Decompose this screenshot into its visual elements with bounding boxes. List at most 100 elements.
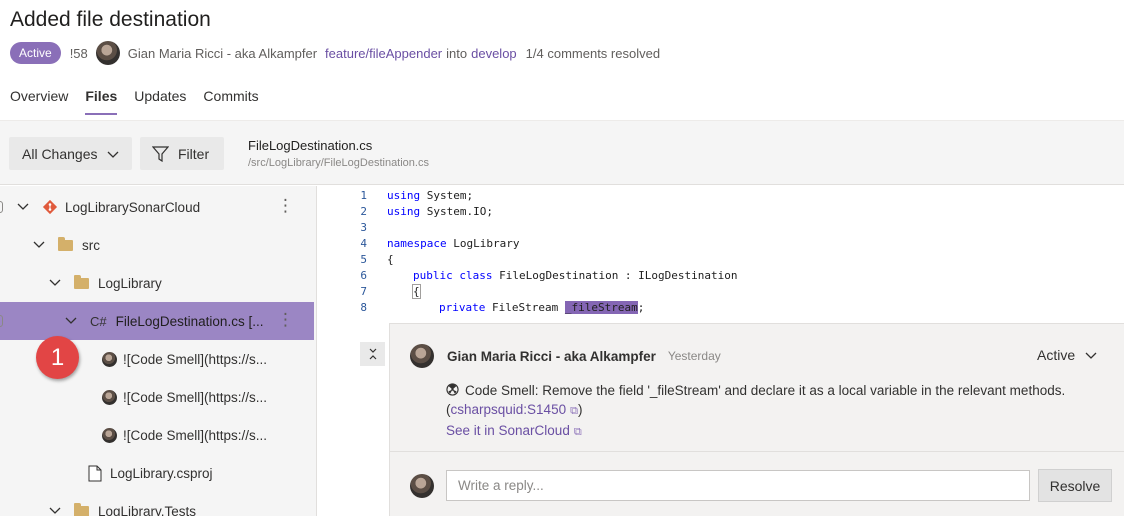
pr-tabs: Overview Files Updates Commits xyxy=(10,88,276,115)
tree-item-loglibrary[interactable]: LogLibrary xyxy=(0,264,314,302)
tree-item-label: ![Code Smell](https://s... xyxy=(123,389,268,405)
current-file-path: /src/LogLibrary/FileLogDestination.cs xyxy=(248,157,429,169)
tree-item-label: LogLibrary.Tests xyxy=(98,503,197,516)
code-line: 1 using System; xyxy=(318,187,473,203)
code-line: 8 private FileStream _fileStream; xyxy=(318,299,644,315)
line-number: 6 xyxy=(360,268,367,282)
code-text: System.IO; xyxy=(420,204,493,218)
code-line: 2 using System.IO; xyxy=(318,203,493,219)
line-number: 1 xyxy=(360,188,367,202)
code-line: 7 { xyxy=(318,283,421,299)
code-line: 5 { xyxy=(318,251,394,267)
comment-author[interactable]: Gian Maria Ricci - aka Alkampfer xyxy=(447,349,656,364)
annotation-marker-1: 1 xyxy=(36,336,79,379)
csharp-file-icon: C# xyxy=(90,313,107,329)
collapse-icon xyxy=(369,348,376,360)
code-text: FileLogDestination : ILogDestination xyxy=(492,268,738,282)
reply-input[interactable] xyxy=(446,470,1030,501)
line-number: 5 xyxy=(360,252,367,266)
rule-close-paren: ) xyxy=(577,402,583,417)
comment-body: Code Smell: Remove the field '_fileStrea… xyxy=(446,381,1065,442)
tree-item-label: LogLibrary.csproj xyxy=(110,465,213,481)
tree-item-repo[interactable]: LogLibrarySonarCloud ⋮ xyxy=(0,188,314,226)
pr-id: !58 xyxy=(69,45,88,61)
chevron-down-icon[interactable] xyxy=(32,241,46,249)
tree-item-label: src xyxy=(82,237,100,253)
thread-status-dropdown[interactable]: Active xyxy=(1037,347,1097,363)
tree-item-label: FileLogDestination.cs [... xyxy=(115,313,264,329)
row-checkbox[interactable] xyxy=(0,315,3,327)
code-line: 6 public class FileLogDestination : ILog… xyxy=(318,267,738,283)
code-viewer: 1 using System; 2 using System.IO; 3 4 n… xyxy=(318,186,1124,318)
chevron-down-icon[interactable] xyxy=(64,317,78,325)
comment-thread: Gian Maria Ricci - aka Alkampfer Yesterd… xyxy=(389,323,1124,516)
code-line: 4 namespace LogLibrary xyxy=(318,235,519,251)
comment-author-avatar[interactable] xyxy=(410,344,434,368)
into-text: into xyxy=(446,45,468,61)
chevron-down-icon[interactable] xyxy=(48,507,62,515)
external-link-icon: ⧉ xyxy=(573,426,582,438)
all-changes-dropdown[interactable]: All Changes xyxy=(9,137,132,170)
tree-item-label: LogLibrary xyxy=(98,275,162,291)
code-line: 3 xyxy=(318,219,387,235)
code-smell-icon xyxy=(446,383,459,396)
tree-item-filelogdestination[interactable]: C# FileLogDestination.cs [... ⋮ xyxy=(0,302,314,340)
row-checkbox[interactable] xyxy=(0,201,3,213)
tab-files[interactable]: Files xyxy=(85,88,118,115)
collapse-thread-button[interactable] xyxy=(360,342,385,366)
folder-icon xyxy=(74,502,89,516)
more-options-icon[interactable]: ⋮ xyxy=(277,197,294,215)
code-keyword: public class xyxy=(413,268,493,282)
code-text: ; xyxy=(637,300,645,314)
filter-button[interactable]: Filter xyxy=(140,137,224,170)
comment-header: Gian Maria Ricci - aka Alkampfer Yesterd… xyxy=(410,344,721,368)
comment-time: Yesterday xyxy=(667,349,721,363)
code-keyword: using xyxy=(387,188,421,202)
filter-label: Filter xyxy=(178,145,210,162)
reply-user-avatar xyxy=(410,474,434,498)
chevron-down-icon xyxy=(107,146,119,162)
tab-commits[interactable]: Commits xyxy=(203,88,258,115)
resolve-button[interactable]: Resolve xyxy=(1038,469,1112,502)
tree-item-src[interactable]: src xyxy=(0,226,314,264)
chevron-down-icon[interactable] xyxy=(48,279,62,287)
rule-link[interactable]: csharpsquid:S1450 xyxy=(451,402,567,417)
folder-icon xyxy=(74,274,89,289)
line-number: 4 xyxy=(360,236,367,250)
avatar-icon xyxy=(102,389,117,405)
author-avatar[interactable] xyxy=(95,41,120,65)
filter-icon xyxy=(152,145,169,162)
tree-item-label: ![Code Smell](https://s... xyxy=(123,427,268,443)
folder-icon xyxy=(58,236,73,251)
code-text: { xyxy=(387,252,394,266)
source-branch-link[interactable]: feature/fileAppender xyxy=(325,46,442,61)
tree-item-csproj[interactable]: LogLibrary.csproj xyxy=(0,454,314,492)
code-text: { xyxy=(412,283,421,299)
tab-updates[interactable]: Updates xyxy=(134,88,186,115)
more-options-icon[interactable]: ⋮ xyxy=(277,311,294,329)
code-highlight[interactable]: _fileStream xyxy=(564,300,638,314)
git-repo-icon xyxy=(42,199,58,215)
all-changes-label: All Changes xyxy=(22,145,98,162)
external-link-icon: ⧉ xyxy=(570,405,578,417)
document-icon xyxy=(88,465,102,481)
chevron-down-icon[interactable] xyxy=(16,203,30,211)
line-number: 8 xyxy=(360,300,367,314)
tree-item-comment[interactable]: ![Code Smell](https://s... xyxy=(0,416,314,454)
tree-item-comment[interactable]: ![Code Smell](https://s... xyxy=(0,378,314,416)
thread-status-label: Active xyxy=(1037,347,1076,363)
sonarcloud-link[interactable]: See it in SonarCloud xyxy=(446,423,570,438)
page-title: Added file destination xyxy=(10,8,211,31)
code-keyword: private xyxy=(439,300,486,314)
tab-overview[interactable]: Overview xyxy=(10,88,68,115)
target-branch-link[interactable]: develop xyxy=(471,46,517,61)
tree-item-loglibrary-tests[interactable]: LogLibrary.Tests xyxy=(0,492,314,516)
avatar-icon xyxy=(102,427,117,443)
code-keyword: using xyxy=(387,204,421,218)
code-keyword: namespace xyxy=(387,236,447,250)
avatar-icon xyxy=(102,351,117,367)
comment-text: Code Smell: Remove the field '_fileStrea… xyxy=(465,383,1066,398)
author-name[interactable]: Gian Maria Ricci - aka Alkampfer xyxy=(128,46,317,61)
chevron-down-icon xyxy=(1085,347,1097,363)
tree-item-label: ![Code Smell](https://s... xyxy=(123,351,268,367)
